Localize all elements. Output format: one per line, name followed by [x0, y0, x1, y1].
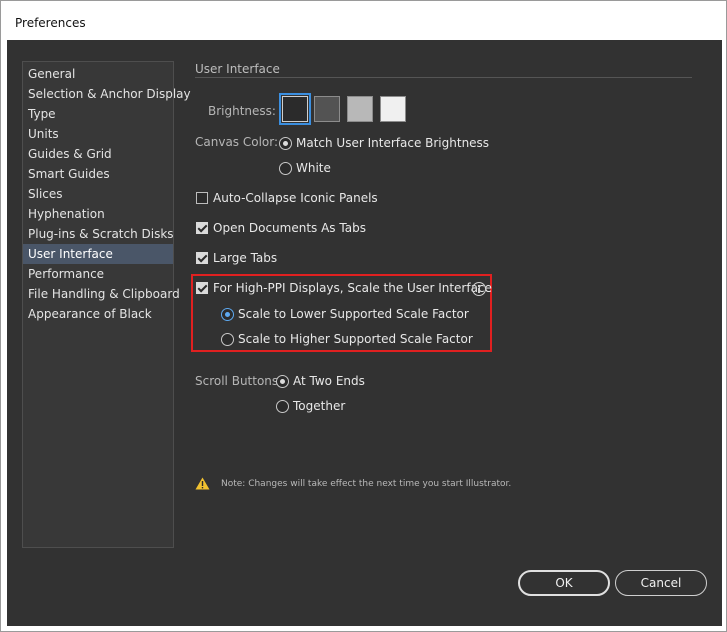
preferences-window: Preferences General Selection & Anchor D…	[0, 0, 727, 632]
category-list: General Selection & Anchor Display Type …	[22, 61, 191, 548]
window-title: Preferences	[15, 16, 86, 30]
canvas-white-label: White	[296, 161, 331, 175]
sidebar-item-units[interactable]: Units	[23, 124, 173, 144]
scale-lower-label: Scale to Lower Supported Scale Factor	[238, 307, 469, 321]
high-ppi-scale-label: For High-PPI Displays, Scale the User In…	[213, 281, 492, 295]
sidebar-item-appearance-of-black[interactable]: Appearance of Black	[23, 304, 173, 324]
canvas-match-brightness-label: Match User Interface Brightness	[296, 136, 490, 150]
canvas-color-label: Canvas Color:	[195, 135, 279, 149]
ok-button[interactable]: OK	[518, 570, 610, 596]
scale-lower-radio[interactable]	[221, 308, 234, 321]
sidebar-item-file-handling-clipboard[interactable]: File Handling & Clipboard	[23, 284, 180, 304]
high-ppi-scale-checkbox[interactable]	[196, 282, 208, 294]
brightness-swatch-light[interactable]	[380, 96, 406, 122]
dialog-body: General Selection & Anchor Display Type …	[7, 40, 722, 626]
title-bar[interactable]: Preferences	[1, 1, 726, 40]
auto-collapse-label: Auto-Collapse Iconic Panels	[213, 191, 378, 205]
sidebar-item-guides-grid[interactable]: Guides & Grid	[23, 144, 173, 164]
scroll-together-radio[interactable]	[276, 400, 289, 413]
sidebar-item-smart-guides[interactable]: Smart Guides	[23, 164, 173, 184]
large-tabs-checkbox[interactable]	[196, 252, 208, 264]
warning-icon	[195, 477, 210, 490]
info-icon[interactable]	[472, 282, 486, 296]
open-documents-tabs-label: Open Documents As Tabs	[213, 221, 366, 235]
scroll-together-label: Together	[293, 399, 346, 413]
scroll-at-two-ends-radio[interactable]	[276, 375, 289, 388]
brightness-swatch-dark[interactable]	[279, 93, 311, 125]
brightness-label: Brightness:	[208, 104, 276, 118]
sidebar-item-selection-anchor-display[interactable]: Selection & Anchor Display	[23, 84, 191, 104]
canvas-white-radio[interactable]	[279, 162, 292, 175]
sidebar-item-plugins-scratch-disks[interactable]: Plug-ins & Scratch Disks	[23, 224, 174, 244]
large-tabs-label: Large Tabs	[213, 251, 278, 265]
sidebar-item-performance[interactable]: Performance	[23, 264, 173, 284]
restart-note: Note: Changes will take effect the next …	[221, 479, 512, 489]
scale-higher-label: Scale to Higher Supported Scale Factor	[238, 332, 473, 346]
cancel-button[interactable]: Cancel	[615, 570, 707, 596]
scale-higher-radio[interactable]	[221, 333, 234, 346]
section-divider	[195, 77, 692, 78]
sidebar-item-slices[interactable]: Slices	[23, 184, 173, 204]
brightness-swatch-medium-dark[interactable]	[314, 96, 340, 122]
auto-collapse-checkbox[interactable]	[196, 192, 208, 204]
sidebar-item-user-interface[interactable]: User Interface	[23, 244, 173, 264]
sidebar-item-type[interactable]: Type	[23, 104, 173, 124]
section-title: User Interface	[195, 62, 280, 76]
scroll-buttons-label: Scroll Buttons:	[195, 374, 283, 388]
sidebar-item-hyphenation[interactable]: Hyphenation	[23, 204, 173, 224]
scroll-at-two-ends-label: At Two Ends	[293, 374, 365, 388]
canvas-match-brightness-radio[interactable]	[279, 137, 292, 150]
brightness-swatch-medium-light[interactable]	[347, 96, 373, 122]
open-documents-tabs-checkbox[interactable]	[196, 222, 208, 234]
sidebar-item-general[interactable]: General	[23, 64, 173, 84]
